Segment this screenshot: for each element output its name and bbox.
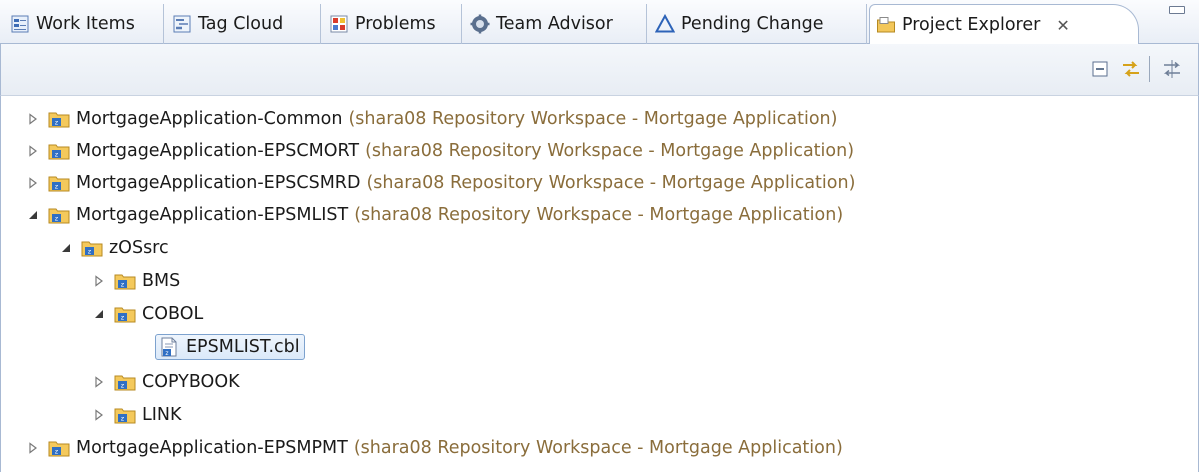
- expand-arrow-icon[interactable]: [26, 176, 40, 190]
- tab-label: Team Advisor: [496, 14, 613, 34]
- zos-project-folder-icon: z: [48, 144, 70, 160]
- view-toolbar: [0, 44, 1199, 96]
- tree-item-label: LINK: [142, 405, 182, 425]
- pending-change-icon: [655, 14, 675, 33]
- tab-work-items[interactable]: Work Items: [4, 4, 164, 44]
- tree-item-file-selected[interactable]: z EPSMLIST.cbl: [155, 332, 305, 362]
- collapse-all-icon: [1092, 61, 1108, 77]
- tree-item-folder[interactable]: z COPYBOOK: [92, 367, 240, 397]
- svg-text:z: z: [165, 350, 168, 357]
- tab-label: Work Items: [36, 14, 135, 34]
- tree-item-project[interactable]: z MortgageApplication-Common (shara08 Re…: [26, 104, 837, 134]
- expand-arrow-icon[interactable]: [26, 144, 40, 158]
- svg-text:z: z: [55, 215, 59, 223]
- toolbar-separator: [1149, 56, 1150, 82]
- expand-arrow-icon[interactable]: [26, 441, 40, 455]
- tree-item-folder[interactable]: z BMS: [92, 266, 180, 296]
- zos-project-folder-icon: z: [48, 208, 70, 224]
- tree-item-label: MortgageApplication-EPSCMORT: [76, 141, 360, 161]
- svg-text:z: z: [55, 448, 59, 456]
- zos-project-folder-icon: z: [48, 112, 70, 128]
- expand-arrow-icon[interactable]: [92, 274, 106, 288]
- tree-item-decoration: (shara08 Repository Workspace - Mortgage…: [353, 438, 843, 458]
- view-menu-button[interactable]: [1161, 58, 1183, 80]
- tree-item-folder[interactable]: z LINK: [92, 400, 181, 430]
- zos-folder-icon: z: [114, 375, 136, 391]
- collapse-arrow-icon[interactable]: [92, 307, 106, 321]
- svg-text:z: z: [55, 119, 59, 127]
- zos-folder-icon: z: [114, 274, 136, 290]
- collapse-arrow-icon[interactable]: [59, 241, 73, 255]
- minimize-button[interactable]: [1169, 6, 1185, 14]
- close-icon[interactable]: ✕: [1056, 16, 1069, 35]
- tree-item-decoration: (shara08 Repository Workspace - Mortgage…: [348, 109, 838, 129]
- expand-arrow-icon[interactable]: [26, 112, 40, 126]
- tree-item-label: MortgageApplication-EPSCSMRD: [76, 173, 361, 193]
- tab-pending-changes[interactable]: Pending Change: [649, 4, 867, 44]
- tree-item-label: MortgageApplication-EPSMLIST: [76, 205, 349, 225]
- tab-label: Tag Cloud: [198, 14, 284, 34]
- tab-problems[interactable]: Problems: [323, 4, 462, 44]
- link-with-editor-button[interactable]: [1120, 58, 1142, 80]
- tree-item-project[interactable]: z MortgageApplication-EPSMPMT (shara08 R…: [26, 433, 843, 463]
- tab-label: Pending Change: [681, 14, 824, 34]
- selection-highlight[interactable]: z EPSMLIST.cbl: [155, 334, 305, 360]
- tree-item-decoration: (shara08 Repository Workspace - Mortgage…: [354, 205, 844, 225]
- collapse-arrow-icon[interactable]: [26, 208, 40, 222]
- cobol-file-icon: z: [161, 337, 177, 357]
- view-tab-strip: Work Items Tag Cloud Problems Team Advis…: [0, 0, 1199, 45]
- tab-label: Problems: [355, 14, 436, 34]
- tree-item-label: EPSMLIST.cbl: [186, 337, 300, 357]
- svg-text:z: z: [88, 248, 92, 256]
- view-menu-icon: [1163, 60, 1181, 78]
- tab-project-explorer[interactable]: Project Explorer ✕: [869, 4, 1139, 45]
- tree-item-label: BMS: [142, 271, 181, 291]
- svg-text:z: z: [55, 183, 59, 191]
- tree-item-project[interactable]: z MortgageApplication-EPSMLIST (shara08 …: [26, 200, 843, 230]
- tree-item-label: COPYBOOK: [142, 372, 240, 392]
- tree-item-label: MortgageApplication-EPSMPMT: [76, 438, 348, 458]
- svg-text:z: z: [121, 314, 125, 322]
- zos-folder-icon: z: [114, 307, 136, 323]
- zos-folder-icon: z: [81, 241, 103, 257]
- tree-item-project[interactable]: z MortgageApplication-EPSCSMRD (shara08 …: [26, 168, 855, 198]
- tree-item-label: MortgageApplication-Common: [76, 109, 343, 129]
- svg-text:z: z: [55, 151, 59, 159]
- expand-arrow-icon[interactable]: [92, 375, 106, 389]
- svg-text:z: z: [121, 281, 125, 289]
- work-items-icon: [11, 15, 29, 33]
- problems-icon: [330, 15, 348, 33]
- tab-tag-cloud[interactable]: Tag Cloud: [166, 4, 321, 44]
- zos-project-folder-icon: z: [48, 441, 70, 457]
- tree-item-folder[interactable]: z COBOL: [92, 299, 203, 329]
- tab-label: Project Explorer: [902, 15, 1041, 35]
- project-explorer-icon: [877, 17, 895, 33]
- tree-item-folder[interactable]: z zOSsrc: [59, 233, 169, 263]
- team-advisor-icon: [470, 14, 490, 34]
- zos-project-folder-icon: z: [48, 176, 70, 192]
- zos-folder-icon: z: [114, 408, 136, 424]
- tab-team-advisor[interactable]: Team Advisor: [464, 4, 647, 44]
- expand-arrow-icon[interactable]: [92, 408, 106, 422]
- collapse-all-button[interactable]: [1089, 58, 1111, 80]
- project-tree: z MortgageApplication-Common (shara08 Re…: [0, 96, 1199, 472]
- svg-text:z: z: [121, 415, 125, 423]
- tree-item-decoration: (shara08 Repository Workspace - Mortgage…: [366, 173, 856, 193]
- link-with-editor-icon: [1123, 61, 1139, 77]
- project-explorer-view: Work Items Tag Cloud Problems Team Advis…: [0, 0, 1199, 472]
- tag-cloud-icon: [173, 15, 191, 33]
- tree-item-project[interactable]: z MortgageApplication-EPSCMORT (shara08 …: [26, 136, 854, 166]
- tree-item-label: COBOL: [142, 304, 204, 324]
- svg-text:z: z: [121, 382, 125, 390]
- tree-item-label: zOSsrc: [109, 238, 169, 258]
- tree-item-decoration: (shara08 Repository Workspace - Mortgage…: [365, 141, 855, 161]
